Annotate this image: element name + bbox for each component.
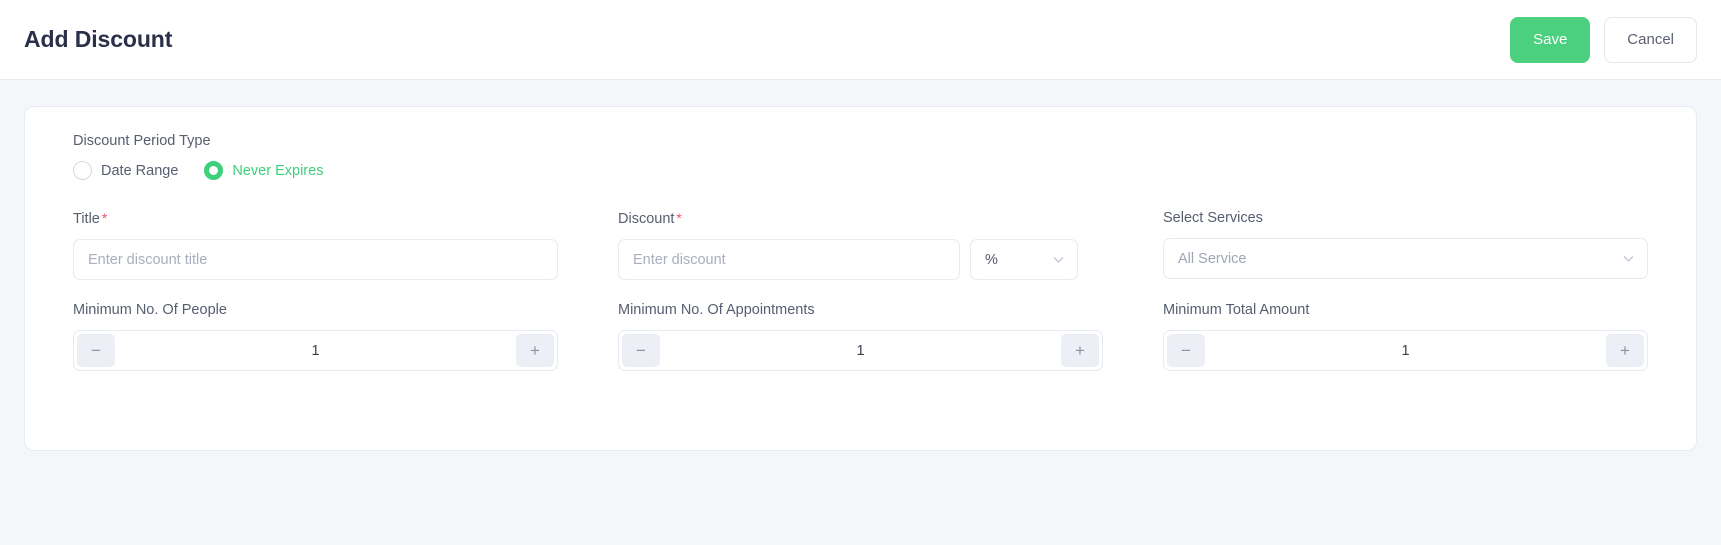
form-row-primary: Title* Discount* % (73, 210, 1648, 280)
min-people-label: Minimum No. Of People (73, 302, 227, 318)
select-services-dropdown[interactable]: All Service (1163, 238, 1648, 279)
radio-label-date-range: Date Range (101, 162, 179, 179)
radio-icon-unchecked (73, 161, 92, 180)
min-appointments-label: Minimum No. Of Appointments (618, 302, 815, 318)
header-actions: Save Cancel (1510, 16, 1697, 63)
title-field-group: Title * (73, 210, 558, 280)
discount-period-type-radio-group[interactable]: Date Range Never Expires (73, 161, 1648, 180)
min-people-decrement-button[interactable]: − (77, 334, 115, 367)
chevron-down-icon (1622, 252, 1635, 265)
chevron-down-icon (1052, 253, 1065, 266)
form-row-minimums: Minimum No. Of People − 1 + Minimum No. … (73, 302, 1648, 371)
radio-option-date-range[interactable]: Date Range (73, 161, 178, 180)
min-people-value[interactable]: 1 (115, 343, 516, 359)
min-total-amount-label: Minimum Total Amount (1163, 302, 1310, 318)
min-total-amount-group: Minimum Total Amount − 1 + (1163, 302, 1648, 371)
min-total-amount-decrement-button[interactable]: − (1167, 334, 1205, 367)
page-title: Add Discount (24, 26, 173, 52)
discount-unit-value: % (985, 251, 998, 268)
page-header: Add Discount Save Cancel (0, 0, 1721, 80)
min-total-amount-stepper[interactable]: − 1 + (1163, 330, 1648, 371)
discount-controls: % (618, 239, 1103, 280)
title-input[interactable] (73, 239, 558, 280)
radio-icon-checked (204, 161, 224, 180)
discount-unit-select[interactable]: % (970, 239, 1078, 280)
min-appointments-stepper[interactable]: − 1 + (618, 330, 1103, 371)
discount-period-type-label: Discount Period Type (73, 133, 211, 149)
discount-label: Discount * (618, 210, 1103, 227)
page-body: Discount Period Type Date Range Never Ex… (0, 80, 1721, 545)
discount-required-asterisk: * (676, 210, 682, 226)
discount-form-card: Discount Period Type Date Range Never Ex… (24, 106, 1697, 451)
services-field-group: Select Services All Service (1163, 210, 1648, 279)
discount-input[interactable] (618, 239, 960, 280)
min-people-stepper[interactable]: − 1 + (73, 330, 558, 371)
min-people-group: Minimum No. Of People − 1 + (73, 302, 558, 371)
min-appointments-value[interactable]: 1 (660, 343, 1061, 359)
discount-label-text: Discount (618, 211, 675, 227)
select-services-value: All Service (1178, 250, 1247, 267)
min-total-amount-value[interactable]: 1 (1205, 343, 1606, 359)
min-appointments-decrement-button[interactable]: − (622, 334, 660, 367)
min-appointments-increment-button[interactable]: + (1061, 334, 1099, 367)
select-services-label: Select Services (1163, 210, 1263, 226)
min-total-amount-increment-button[interactable]: + (1606, 334, 1644, 367)
radio-label-never-expires: Never Expires (232, 162, 324, 179)
cancel-button[interactable]: Cancel (1604, 16, 1697, 63)
min-appointments-group: Minimum No. Of Appointments − 1 + (618, 302, 1103, 371)
discount-field-group: Discount* % (618, 210, 1103, 280)
save-button[interactable]: Save (1510, 16, 1591, 63)
radio-option-never-expires[interactable]: Never Expires (204, 161, 323, 180)
title-label-text: Title (73, 211, 100, 227)
title-label: Title * (73, 210, 558, 227)
min-people-increment-button[interactable]: + (516, 334, 554, 367)
title-required-asterisk: * (101, 210, 108, 226)
